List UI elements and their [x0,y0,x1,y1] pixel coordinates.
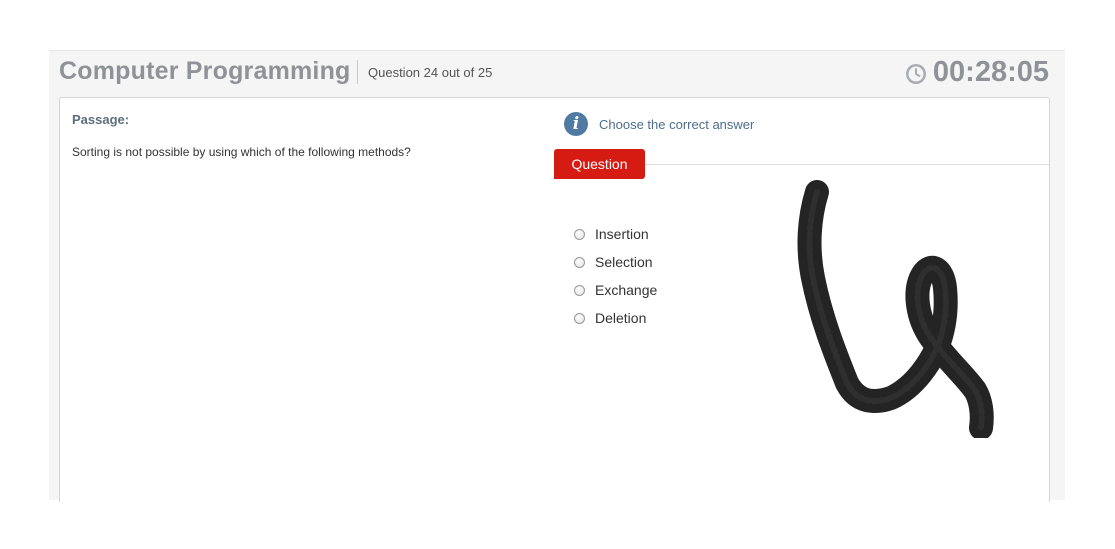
answer-option[interactable]: Exchange [574,276,657,304]
passage-label: Passage: [72,112,130,127]
handwritten-scribble [797,180,994,438]
instruction-text: Choose the correct answer [599,116,755,132]
passage-text: Sorting is not possible by using which o… [72,145,411,159]
tab-question[interactable]: Question [554,149,645,179]
answer-option[interactable]: Selection [574,248,657,276]
option-label[interactable]: Deletion [595,310,646,326]
question-counter: Question 24 out of 25 [368,65,493,80]
question-panel: i Choose the correct answer Question Ins… [554,97,1050,502]
radio-button[interactable] [574,312,585,324]
header-divider [357,60,358,84]
exam-window: Computer Programming Question 24 out of … [49,50,1065,502]
radio-button[interactable] [574,256,585,268]
radio-button[interactable] [574,228,585,240]
option-label[interactable]: Selection [595,254,653,270]
answer-option[interactable]: Deletion [574,304,657,332]
course-title: Computer Programming [59,57,351,85]
passage-panel: Passage: Sorting is not possible by usin… [59,97,556,502]
info-icon: i [564,112,588,136]
exam-timer: 00:28:05 [905,56,1049,89]
answer-options: Insertion Selection Exchange Deletion [574,220,657,332]
option-label[interactable]: Exchange [595,282,657,298]
timer-value: 00:28:05 [932,56,1049,88]
option-label[interactable]: Insertion [595,226,649,242]
instruction-row: i Choose the correct answer [564,112,754,136]
clock-icon [905,64,926,84]
exam-header: Computer Programming Question 24 out of … [49,51,1065,97]
radio-button[interactable] [574,284,585,296]
answer-option[interactable]: Insertion [574,220,657,248]
